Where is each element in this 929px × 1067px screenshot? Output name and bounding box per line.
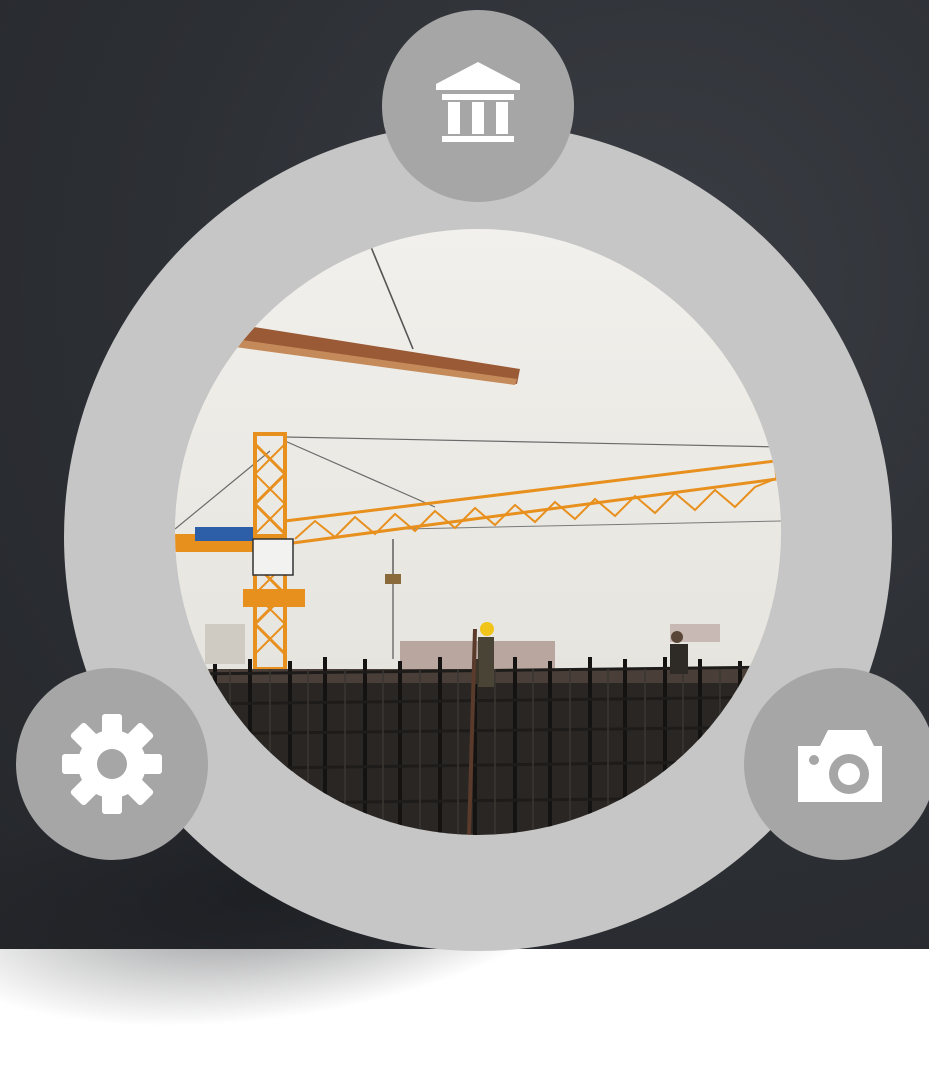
construction-photo bbox=[175, 229, 781, 835]
camera-button[interactable] bbox=[744, 668, 929, 860]
center-photo bbox=[175, 229, 781, 835]
gear-icon bbox=[62, 714, 162, 814]
bank-button[interactable] bbox=[382, 10, 574, 202]
camera-icon bbox=[798, 730, 882, 802]
settings-button[interactable] bbox=[16, 668, 208, 860]
bank-icon bbox=[436, 62, 520, 142]
